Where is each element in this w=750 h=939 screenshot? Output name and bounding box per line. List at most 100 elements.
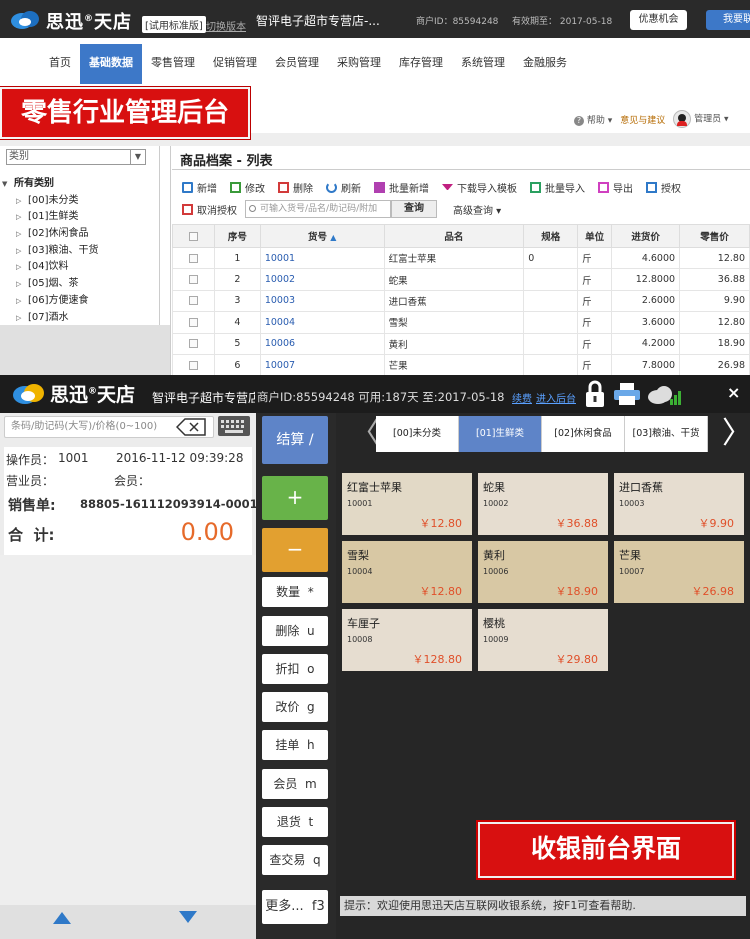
table-row[interactable]: 5 10006 黄利 斤 4.2000 18.90 xyxy=(172,332,750,355)
cloud-signal-icon[interactable] xyxy=(646,383,684,407)
cell-code[interactable]: 10006 xyxy=(259,332,385,355)
advanced-query-button[interactable]: 高级查询 ▾ xyxy=(453,202,501,217)
nav-system[interactable]: 系统管理 xyxy=(452,44,514,84)
batch-add-button[interactable]: 批量新增 xyxy=(374,179,429,195)
col-unit[interactable]: 单位 xyxy=(577,224,613,248)
col-cost[interactable]: 进货价 xyxy=(611,224,681,248)
col-spec[interactable]: 规格 xyxy=(523,224,579,248)
cell-code[interactable]: 10004 xyxy=(259,311,385,334)
row-checkbox[interactable] xyxy=(172,332,215,355)
product-card[interactable]: 雪梨 10004 ￥12.80 xyxy=(342,541,472,603)
member-button[interactable]: 会员 m xyxy=(262,769,328,799)
tree-root[interactable]: ▼ 所有类别 xyxy=(2,176,99,193)
nav-inventory[interactable]: 库存管理 xyxy=(390,44,452,84)
table-row[interactable]: 4 10004 雪梨 斤 3.6000 12.80 xyxy=(172,311,750,334)
close-icon[interactable]: × xyxy=(727,383,740,402)
quantity-button[interactable]: 数量 * xyxy=(262,577,328,607)
nav-finance[interactable]: 金融服务 xyxy=(514,44,576,84)
row-checkbox[interactable] xyxy=(172,246,215,270)
nav-member[interactable]: 会员管理 xyxy=(266,44,328,84)
download-template-button[interactable]: 下载导入模板 xyxy=(442,179,517,195)
cell-code[interactable]: 10002 xyxy=(259,268,385,291)
product-card[interactable]: 樱桃 10009 ￥29.80 xyxy=(478,609,608,671)
row-checkbox[interactable] xyxy=(172,311,215,334)
export-button[interactable]: 导出 xyxy=(598,179,633,195)
col-index[interactable]: 序号 xyxy=(213,224,261,248)
cell-code[interactable]: 10001 xyxy=(259,246,385,270)
discount-button[interactable]: 折扣 o xyxy=(262,654,328,684)
query-button[interactable]: 查询 xyxy=(391,200,437,218)
tree-item[interactable]: ▷ [07]酒水 xyxy=(6,310,99,327)
change-price-button[interactable]: 改价 g xyxy=(262,692,328,722)
product-card[interactable]: 芒果 10007 ￥26.98 xyxy=(614,541,744,603)
nav-home[interactable]: 首页 xyxy=(40,44,80,84)
nav-retail[interactable]: 零售管理 xyxy=(142,44,204,84)
checkout-button[interactable]: 结算 / xyxy=(262,416,328,464)
authorize-button[interactable]: 授权 xyxy=(646,179,681,195)
chevron-right-icon[interactable]: 〉 xyxy=(722,416,750,452)
edit-button[interactable]: 修改 xyxy=(230,179,265,195)
enter-backoffice-link[interactable]: 进入后台 xyxy=(536,390,576,405)
product-card[interactable]: 车厘子 10008 ￥128.80 xyxy=(342,609,472,671)
nav-purchase[interactable]: 采购管理 xyxy=(328,44,390,84)
table-row[interactable]: 6 10007 芒果 斤 7.8000 26.98 xyxy=(172,353,750,377)
more-button[interactable]: 更多... f3 xyxy=(262,890,328,924)
batch-import-button[interactable]: 批量导入 xyxy=(530,179,585,195)
tree-item[interactable]: ▷ [05]烟、茶 xyxy=(6,276,99,293)
tree-item[interactable]: ▷ [06]方便速食 xyxy=(6,293,99,310)
delete-item-button[interactable]: 删除 u xyxy=(262,616,328,646)
hold-order-button[interactable]: 挂单 h xyxy=(262,730,328,760)
scroll-up-icon[interactable] xyxy=(53,912,71,924)
table-row[interactable]: 2 10002 蛇果 斤 12.8000 36.88 xyxy=(172,268,750,291)
search-input[interactable]: 可输入货号/品名/助记码/附加 xyxy=(245,200,391,218)
add-button[interactable]: 新增 xyxy=(182,179,217,195)
keyboard-icon[interactable] xyxy=(218,416,250,436)
tab-uncategorized[interactable]: [00]未分类 xyxy=(376,416,459,452)
tab-snacks[interactable]: [02]休闲食品 xyxy=(542,416,625,452)
query-transaction-button[interactable]: 查交易 q xyxy=(262,845,328,875)
feedback-link[interactable]: 意见与建议 xyxy=(620,113,665,126)
return-button[interactable]: 退货 t xyxy=(262,807,328,837)
backspace-icon[interactable] xyxy=(176,418,206,436)
table-row[interactable]: 1 10001 红富士苹果 0 斤 4.6000 12.80 xyxy=(172,246,750,270)
nav-promotion[interactable]: 促销管理 xyxy=(204,44,266,84)
row-checkbox[interactable] xyxy=(172,268,215,291)
row-checkbox[interactable] xyxy=(172,289,215,313)
product-card[interactable]: 黄利 10006 ￥18.90 xyxy=(478,541,608,603)
tree-item[interactable]: ▷ [00]未分类 xyxy=(6,193,99,210)
col-code[interactable]: 货号 ▲ xyxy=(259,224,385,248)
nav-basic-data[interactable]: 基础数据 xyxy=(80,44,142,84)
cell-code[interactable]: 10003 xyxy=(259,289,385,313)
select-all-checkbox[interactable] xyxy=(172,224,215,248)
tree-item[interactable]: ▷ [04]饮料 xyxy=(6,259,99,276)
refresh-button[interactable]: 刷新 xyxy=(326,179,361,195)
tab-fresh[interactable]: [01]生鲜类 xyxy=(459,416,542,452)
user-menu[interactable]: 管理员 ▾ xyxy=(673,110,729,128)
col-name[interactable]: 品名 xyxy=(383,224,525,248)
product-card[interactable]: 进口香蕉 10003 ￥9.90 xyxy=(614,473,744,535)
printer-icon[interactable] xyxy=(613,382,641,406)
cell-code[interactable]: 10007 xyxy=(259,353,385,377)
renew-link[interactable]: 续费 xyxy=(512,390,532,405)
sale-items-list[interactable] xyxy=(0,555,256,907)
tab-grain-oil[interactable]: [03]粮油、干货 xyxy=(625,416,708,452)
scroll-down-icon[interactable] xyxy=(179,911,197,923)
delete-button[interactable]: 删除 xyxy=(278,179,313,195)
tree-item[interactable]: ▷ [03]粮油、干货 xyxy=(6,243,99,260)
switch-edition-link[interactable]: 切换版本 xyxy=(206,18,246,33)
tree-item[interactable]: ▷ [01]生鲜类 xyxy=(6,209,99,226)
product-card[interactable]: 红富士苹果 10001 ￥12.80 xyxy=(342,473,472,535)
product-card[interactable]: 蛇果 10002 ￥36.88 xyxy=(478,473,608,535)
tree-item[interactable]: ▷ [02]休闲食品 xyxy=(6,226,99,243)
help-link[interactable]: ? 帮助 ▾ xyxy=(574,113,612,126)
plus-button[interactable]: + xyxy=(262,476,328,520)
category-select[interactable]: 类别 ▼ xyxy=(6,149,146,165)
offer-button[interactable]: 优惠机会 xyxy=(630,10,687,30)
col-price[interactable]: 零售价 xyxy=(679,224,750,248)
table-row[interactable]: 3 10003 进口香蕉 斤 2.6000 9.90 xyxy=(172,289,750,313)
contact-button[interactable]: 我要联 xyxy=(706,10,750,30)
row-checkbox[interactable] xyxy=(172,353,215,377)
lock-icon[interactable] xyxy=(584,380,606,408)
minus-button[interactable]: − xyxy=(262,528,328,572)
cancel-authorize-button[interactable]: 取消授权 xyxy=(182,201,237,217)
